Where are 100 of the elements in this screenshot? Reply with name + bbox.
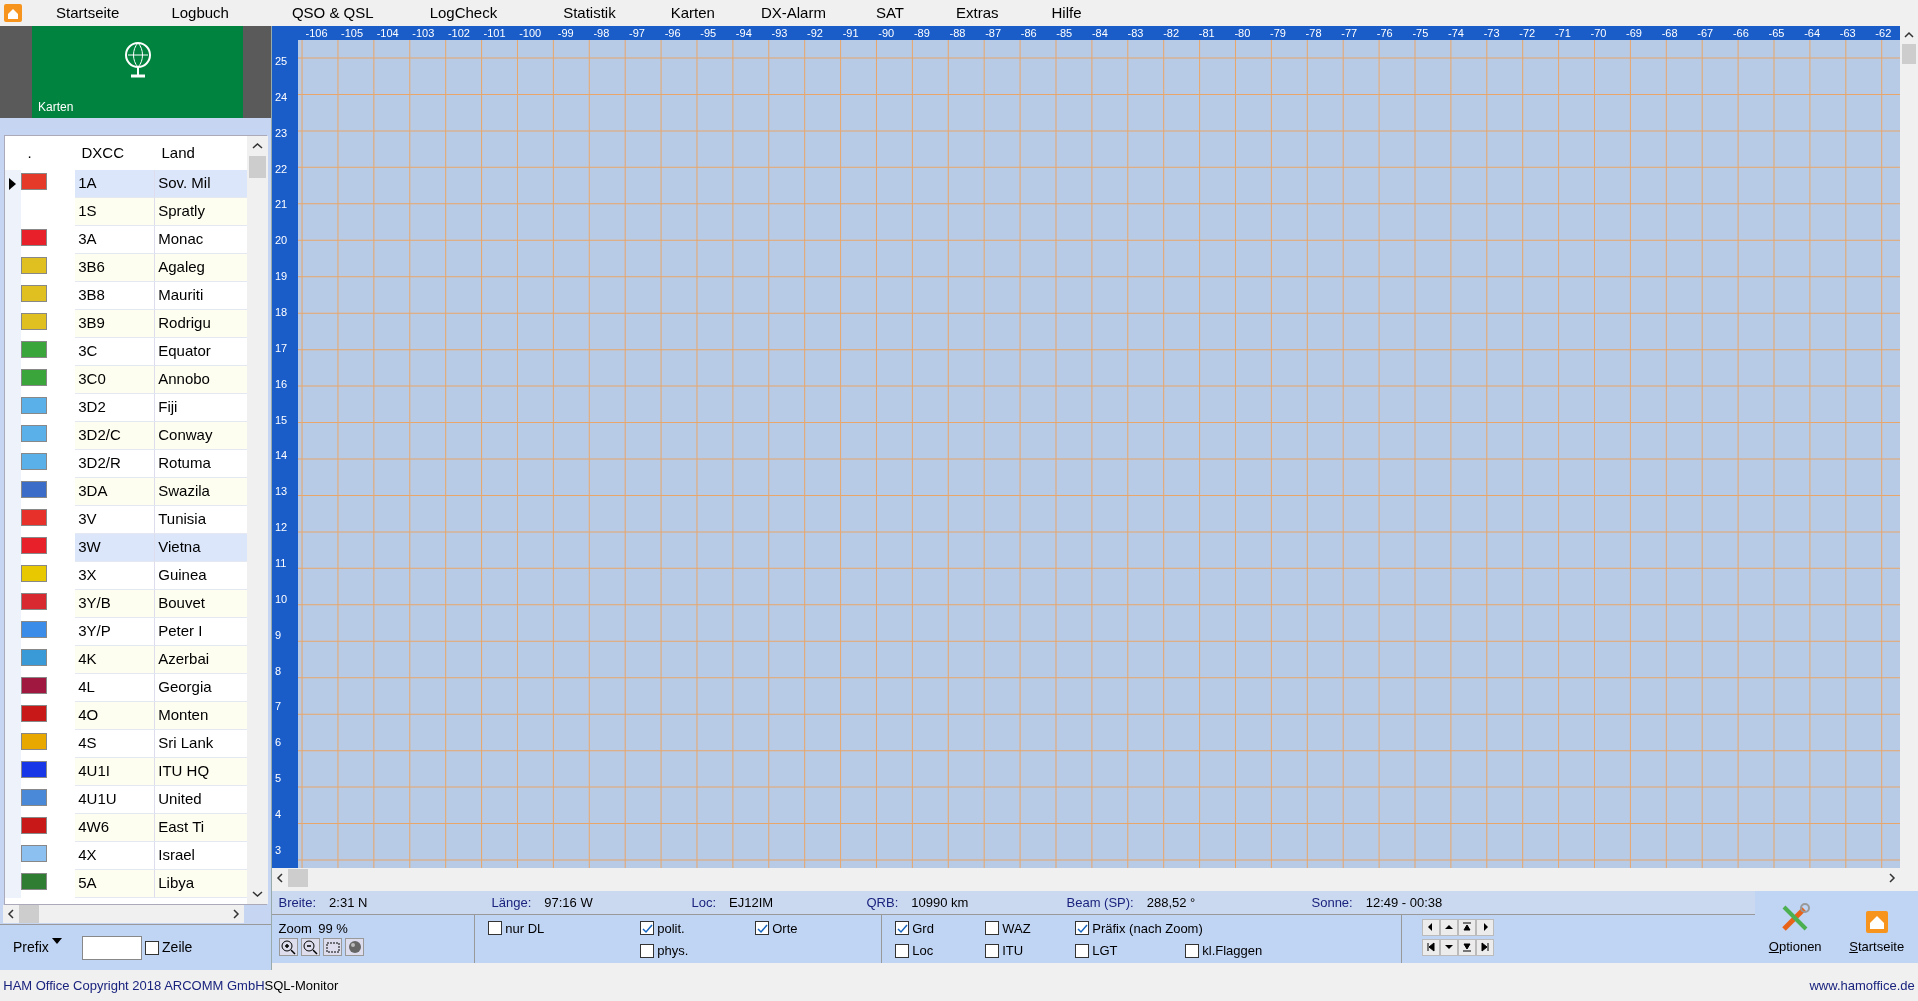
menu-item[interactable]: DX-Alarm [760, 1, 826, 25]
pan-top-button[interactable] [1457, 918, 1476, 936]
grid-checkbox[interactable]: kl.Flaggen [1185, 941, 1263, 961]
home-icon[interactable] [4, 4, 22, 22]
layer-checkbox[interactable]: polit. [640, 918, 755, 938]
axis-label: 17 [274, 340, 289, 356]
grid-checkbox[interactable]: LGT [1075, 941, 1185, 961]
map-tile[interactable]: Karten [32, 26, 243, 118]
pan-far-left-button[interactable] [1421, 938, 1440, 956]
layer-checkbox[interactable]: nur DL [488, 918, 640, 938]
vertical-scrollbar[interactable] [247, 136, 268, 904]
table-cell: Vietna [155, 534, 247, 562]
menu-item[interactable]: Hilfe [1051, 1, 1082, 25]
table-cell: Azerbai [155, 646, 247, 674]
table-cell: 3W [75, 534, 155, 562]
menu-item[interactable]: QSO & QSL [291, 1, 374, 25]
axis-label: -73 [1482, 26, 1501, 40]
field-label: Länge: [491, 894, 532, 912]
grid-checkbox[interactable]: WAZ [985, 918, 1075, 938]
options-button[interactable]: Optionen [1768, 903, 1822, 957]
axis-label: 3 [274, 842, 283, 858]
table-cell: Libya [155, 870, 247, 898]
menu-item[interactable]: SAT [875, 1, 904, 25]
axis-label: -92 [806, 26, 824, 40]
table-cell: 4S [75, 730, 155, 758]
grid-checkbox[interactable]: Loc [895, 941, 985, 961]
scrollbar-thumb[interactable] [19, 905, 40, 923]
axis-label: 13 [274, 484, 289, 500]
home-button[interactable]: Startseite [1849, 911, 1905, 957]
table-cell: 3D2/R [75, 450, 155, 478]
axis-label: -93 [770, 26, 789, 40]
axis-label: -99 [556, 26, 575, 40]
scrollbar-thumb[interactable] [249, 156, 266, 178]
pan-bottom-button[interactable] [1457, 938, 1476, 956]
table-cell: Sov. Mil [155, 170, 247, 198]
zoom-in-button[interactable] [278, 938, 298, 956]
layer-checkbox[interactable]: phys. [640, 941, 755, 961]
axis-label: -77 [1340, 26, 1359, 40]
selection-button[interactable] [323, 938, 342, 956]
table-cell: East Ti [155, 814, 247, 842]
table-cell: 3Y/P [75, 618, 155, 646]
axis-label: 18 [274, 305, 289, 320]
field-value: 12:49 - 00:38 [1365, 894, 1443, 912]
checkmark-icon [756, 922, 768, 934]
zeile-checkbox[interactable]: Zeile [144, 937, 193, 958]
checkmark-icon [641, 922, 653, 934]
menu-item[interactable]: Startseite [56, 1, 120, 25]
row-header[interactable] [5, 170, 21, 198]
axis-label: 25 [274, 54, 289, 69]
globe-button[interactable] [345, 938, 365, 956]
pan-down-button[interactable] [1439, 938, 1458, 956]
axis-label: -94 [734, 26, 753, 40]
skip-right-icon [1478, 941, 1491, 954]
pan-up-button[interactable] [1439, 918, 1458, 936]
axis-label: -71 [1553, 26, 1572, 40]
checkmark-icon [1076, 922, 1088, 934]
grid-checkbox[interactable]: Präfix (nach Zoom) [1075, 918, 1203, 938]
axis-label: -101 [482, 26, 507, 40]
menu-item[interactable]: Karten [670, 1, 715, 25]
prefix-input[interactable] [81, 935, 142, 960]
axis-label: -98 [592, 26, 611, 40]
table-cell: Annobo [155, 366, 247, 394]
layer-checkbox[interactable]: Orte [755, 918, 855, 938]
scrollbar-thumb[interactable] [288, 869, 308, 887]
prefix-dropdown[interactable]: Prefix [13, 937, 63, 958]
website-link[interactable]: www.hamoffice.de [1809, 975, 1915, 996]
zoom-out-button[interactable] [300, 938, 320, 956]
axis-label: 19 [274, 269, 289, 285]
pan-left-button[interactable] [1421, 918, 1440, 936]
field-value: 288,52 ° [1146, 894, 1196, 912]
horizontal-scrollbar[interactable] [3, 905, 245, 923]
grid-checkbox[interactable]: Grd [895, 918, 985, 938]
table-cell: 4O [75, 702, 155, 730]
axis-label: -80 [1233, 26, 1252, 40]
pan-far-right-button[interactable] [1475, 938, 1494, 956]
menu-item[interactable]: Extras [956, 1, 999, 25]
zoom-in-icon [280, 939, 296, 955]
table-cell: 3DA [75, 478, 155, 506]
axis-label: -64 [1803, 26, 1822, 40]
axis-label: -67 [1696, 26, 1715, 40]
menu-item[interactable]: Logbuch [171, 1, 229, 25]
menu-item[interactable]: LogCheck [429, 1, 498, 25]
grid-checkbox[interactable]: ITU [985, 941, 1075, 961]
zoom-label: Zoom [278, 919, 312, 938]
axis-label: 23 [274, 125, 289, 141]
table-cell: 3V [75, 506, 155, 534]
triangle-bottom-icon [1460, 941, 1473, 954]
menu-item[interactable]: Statistik [563, 1, 616, 25]
scrollbar-thumb[interactable] [1902, 44, 1916, 64]
axis-label: -81 [1197, 26, 1216, 40]
table-cell: 1S [75, 198, 155, 226]
axis-label: -62 [1874, 26, 1893, 40]
checkmark-icon [896, 922, 908, 934]
pan-right-button[interactable] [1475, 918, 1494, 936]
zoom-out-icon [302, 939, 319, 955]
axis-label: -105 [340, 26, 365, 40]
table-cell: 3B6 [75, 254, 155, 282]
axis-label: -66 [1731, 26, 1750, 40]
axis-label: -95 [699, 26, 718, 40]
skip-left-icon [1424, 941, 1437, 954]
